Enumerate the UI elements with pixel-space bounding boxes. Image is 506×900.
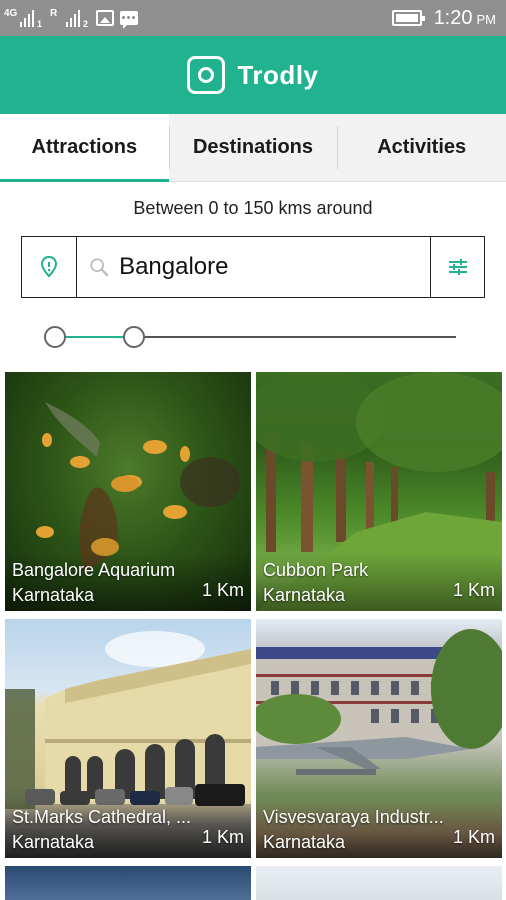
slider-min-thumb[interactable] bbox=[44, 326, 66, 348]
network-type-label: 4G bbox=[4, 8, 18, 19]
distance-range-slider[interactable] bbox=[44, 326, 456, 348]
clock-time: 1:20 bbox=[433, 6, 473, 29]
attraction-card[interactable]: Visvesvaraya Industr... Karnataka 1 Km bbox=[256, 619, 502, 858]
current-location-button[interactable] bbox=[22, 237, 77, 297]
attraction-state: Karnataka bbox=[263, 585, 346, 605]
status-bar: 4G 1 R 2 1:20 PM bbox=[0, 0, 506, 36]
attraction-state: Karnataka bbox=[12, 832, 95, 852]
search-input[interactable] bbox=[119, 253, 430, 281]
attraction-state: Karnataka bbox=[263, 832, 346, 852]
roaming-label: R bbox=[50, 8, 58, 19]
tab-destinations[interactable]: Destinations bbox=[168, 114, 338, 181]
app-bar: Trodly bbox=[0, 36, 506, 114]
attraction-distance: 1 Km bbox=[201, 580, 244, 600]
attraction-card[interactable]: Bangalore Aquarium Karnataka 1 Km bbox=[5, 372, 251, 611]
slider-max-thumb[interactable] bbox=[123, 326, 145, 348]
location-pin-icon bbox=[40, 255, 58, 278]
signal-icon: 4G 1 bbox=[4, 7, 44, 30]
attraction-distance: 1 Km bbox=[452, 580, 495, 600]
attraction-name: Visvesvaraya Industr... bbox=[263, 807, 444, 827]
search-icon bbox=[90, 258, 109, 277]
battery-icon bbox=[391, 10, 425, 26]
sim-slot-label: 1 bbox=[36, 19, 42, 29]
app-title: Trodly bbox=[237, 59, 319, 90]
search-field[interactable] bbox=[77, 237, 430, 297]
attraction-name: Bangalore Aquarium bbox=[12, 560, 176, 580]
sim-slot-label: 2 bbox=[82, 19, 88, 29]
image-notification-icon bbox=[96, 10, 114, 26]
attraction-distance: 1 Km bbox=[452, 827, 495, 847]
sliders-filter-icon bbox=[448, 259, 467, 275]
signal-icon: R 2 bbox=[50, 7, 90, 30]
distance-range-text: Between 0 to 150 kms around bbox=[133, 198, 373, 218]
category-tabs: Attractions Destinations Activities bbox=[0, 114, 506, 182]
attraction-photo bbox=[256, 866, 502, 900]
slider-active-track bbox=[54, 336, 134, 338]
attraction-card[interactable] bbox=[256, 866, 502, 900]
attraction-card[interactable] bbox=[5, 866, 251, 900]
tab-activities[interactable]: Activities bbox=[337, 114, 506, 181]
status-icons-right: 1:20 PM bbox=[391, 5, 496, 31]
clock-ampm: PM bbox=[476, 11, 497, 27]
attraction-photo bbox=[5, 866, 251, 900]
location-search-bar bbox=[21, 236, 485, 298]
attraction-name: Cubbon Park bbox=[263, 560, 369, 580]
trodly-logo-icon bbox=[187, 56, 226, 94]
attraction-card[interactable]: St.Marks Cathedral, ... Karnataka 1 Km bbox=[5, 619, 251, 858]
attraction-distance: 1 Km bbox=[201, 827, 244, 847]
status-icons-left: 4G 1 R 2 bbox=[4, 6, 138, 30]
clock: 1:20 PM bbox=[434, 7, 496, 30]
filter-button[interactable] bbox=[430, 237, 484, 297]
attraction-name: St.Marks Cathedral, ... bbox=[12, 807, 192, 827]
tab-attractions[interactable]: Attractions bbox=[0, 114, 169, 182]
attraction-card[interactable]: Cubbon Park Karnataka 1 Km bbox=[256, 372, 502, 611]
message-notification-icon bbox=[120, 11, 138, 29]
attraction-state: Karnataka bbox=[12, 585, 95, 605]
